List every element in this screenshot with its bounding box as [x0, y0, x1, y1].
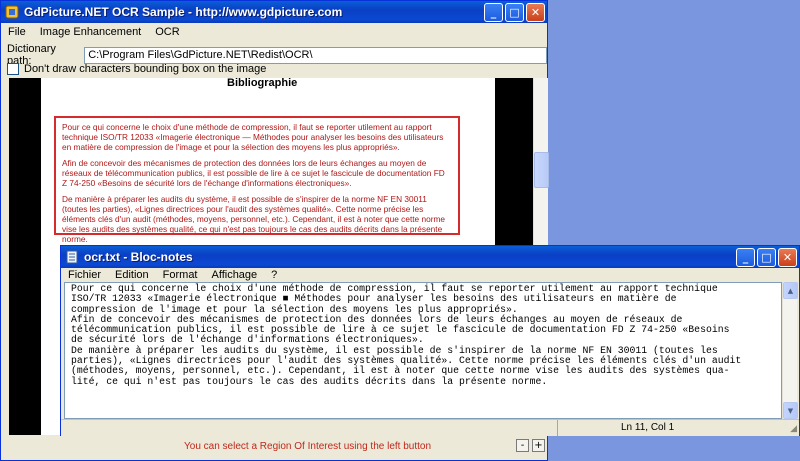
close-button[interactable]: ✕: [526, 2, 545, 22]
notepad-window: ocr.txt - Bloc-notes _ □ ✕ Fichier Editi…: [60, 245, 800, 436]
main-titlebar[interactable]: GdPicture.NET OCR Sample - http://www.gd…: [1, 1, 547, 23]
menu-image-enhancement[interactable]: Image Enhancement: [33, 26, 149, 38]
notepad-vertical-scrollbar[interactable]: ▲ ▼: [782, 282, 798, 419]
main-menubar: File Image Enhancement OCR: [1, 23, 547, 41]
zoom-out-button[interactable]: -: [516, 439, 529, 452]
resize-grip[interactable]: ◢: [790, 423, 797, 434]
notepad-menubar: Fichier Edition Format Affichage ?: [61, 268, 799, 282]
roi-highlight-box: Pour ce qui concerne le choix d'une méth…: [54, 116, 460, 244]
cursor-position: Ln 11, Col 1: [621, 422, 675, 433]
notepad-titlebar[interactable]: ocr.txt - Bloc-notes _ □ ✕: [61, 246, 799, 268]
menu-file[interactable]: File: [1, 26, 33, 38]
app-icon: [5, 5, 19, 19]
bounding-box-checkbox[interactable]: [7, 63, 19, 75]
menu-affichage[interactable]: Affichage: [205, 269, 265, 281]
dictionary-path-input[interactable]: C:\Program Files\GdPicture.NET\Redist\OC…: [84, 46, 547, 64]
notepad-icon: [65, 250, 79, 264]
minimize-button[interactable]: _: [484, 2, 503, 22]
notepad-statusbar: Ln 11, Col 1 ◢: [61, 419, 799, 436]
zoom-in-button[interactable]: +: [532, 439, 545, 452]
roi-hint-text: You can select a Region Of Interest usin…: [184, 441, 432, 452]
menu-help[interactable]: ?: [264, 269, 284, 281]
notepad-minimize-button[interactable]: _: [736, 247, 755, 267]
scroll-up-button[interactable]: ▲: [783, 282, 798, 299]
doc-paragraph: Afin de concevoir des mécanismes de prot…: [62, 158, 445, 188]
bounding-box-label: Don't draw characters bounding box on th…: [24, 63, 267, 75]
maximize-button[interactable]: □: [505, 2, 524, 22]
bounding-box-option[interactable]: Don't draw characters bounding box on th…: [7, 63, 266, 75]
main-title: GdPicture.NET OCR Sample - http://www.gd…: [24, 5, 343, 19]
notepad-title: ocr.txt - Bloc-notes: [84, 250, 193, 264]
menu-edition[interactable]: Edition: [108, 269, 156, 281]
menu-ocr[interactable]: OCR: [148, 26, 186, 38]
menu-format[interactable]: Format: [156, 269, 205, 281]
viewer-scroll-thumb[interactable]: [534, 152, 549, 188]
text-line: lité, ce qui n'est pas toujours le cas d…: [71, 375, 548, 387]
menu-fichier[interactable]: Fichier: [61, 269, 108, 281]
doc-heading: Bibliographie: [227, 77, 298, 89]
doc-paragraph: Pour ce qui concerne le choix d'une méth…: [62, 122, 444, 152]
status-divider: [557, 420, 558, 436]
doc-paragraph: De manière à préparer les audits du syst…: [62, 194, 445, 244]
scroll-down-button[interactable]: ▼: [783, 402, 798, 419]
notepad-close-button[interactable]: ✕: [778, 247, 797, 267]
notepad-text-area[interactable]: Pour ce qui concerne le choix d'une méth…: [64, 282, 782, 419]
notepad-maximize-button[interactable]: □: [757, 247, 776, 267]
